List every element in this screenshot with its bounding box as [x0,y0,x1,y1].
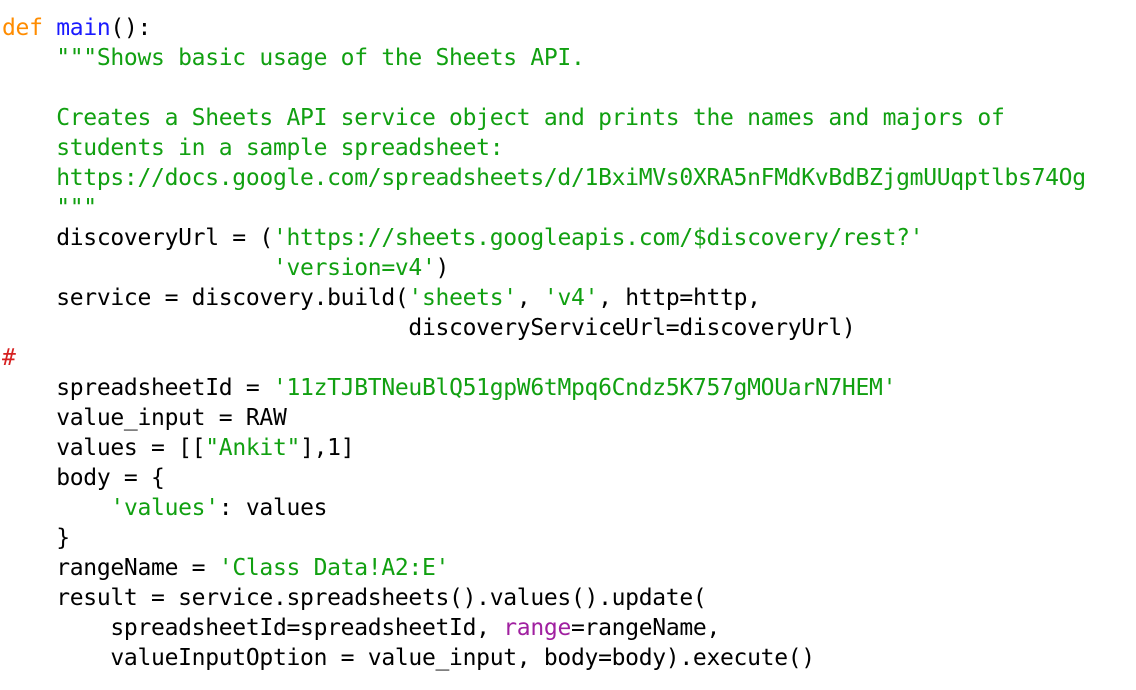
code-line: } [2,523,70,553]
code-token: Creates a Sheets API service object and … [2,105,1005,131]
code-token: main [56,15,111,41]
code-token: 'v4' [543,285,599,311]
code-token: , [516,285,544,311]
code-token: # [2,345,16,371]
code-line: """Shows basic usage of the Sheets API. [2,43,585,73]
code-line: service = discovery.build('sheets', 'v4'… [2,283,761,313]
code-token: ) [435,255,450,281]
code-token: result = service.spreadsheets().values()… [2,585,707,611]
code-token: service = discovery.build( [2,285,409,311]
code-token: 'values' [110,495,219,521]
code-token: rangeName = [2,555,219,581]
code-line: rangeName = 'Class Data!A2:E' [2,553,449,583]
code-line: discoveryServiceUrl=discoveryUrl) [2,313,855,343]
code-token: "Ankit" [205,435,301,461]
code-token: """ [2,195,97,221]
code-line: """ [2,193,97,223]
code-token: 'https://sheets.googleapis.com/$discover… [272,225,924,251]
code-token: , http=http, [598,285,761,311]
code-line: discoveryUrl = ('https://sheets.googleap… [2,223,923,253]
code-line: https://docs.google.com/spreadsheets/d/1… [2,163,1086,193]
code-token: range [503,615,571,641]
code-token: valueInputOption = value_input, body=bod… [2,645,815,671]
code-line: def main(): [2,13,151,43]
code-line: body = { [2,463,165,493]
code-token: '11zTJBTNeuBlQ51gpW6tMpq6Cndz5K757gMOUar… [272,375,897,401]
code-line: 'values': values [2,493,327,523]
code-line: Creates a Sheets API service object and … [2,103,1005,133]
code-token: values = [[ [2,435,206,461]
code-line: values = [["Ankit"],1] [2,433,354,463]
code-token: (): [110,15,152,41]
code-token: value_input = RAW [2,405,287,431]
code-token: discoveryUrl = ( [2,225,273,251]
code-token: body = { [2,465,165,491]
code-line: # [2,343,16,373]
code-token: 'sheets' [408,285,517,311]
code-token: } [2,525,70,551]
code-line: spreadsheetId = '11zTJBTNeuBlQ51gpW6tMpq… [2,373,896,403]
code-token: spreadsheetId = [2,375,273,401]
code-token: """Shows basic usage of the Sheets API. [2,45,585,71]
code-token: =rangeName, [571,615,721,641]
code-token: ],1] [300,435,355,461]
code-token: students in a sample spreadsheet: [2,135,504,161]
code-token: https://docs.google.com/spreadsheets/d/1… [2,165,1086,191]
code-token: spreadsheetId=spreadsheetId, [2,615,504,641]
code-token: 'Class Data!A2:E' [218,555,450,581]
code-line: students in a sample spreadsheet: [2,133,503,163]
code-token: 'version=v4' [272,255,436,281]
code-line: spreadsheetId=spreadsheetId, range=range… [2,613,720,643]
code-token: def [2,15,43,41]
code-line: value_input = RAW [2,403,287,433]
code-line: valueInputOption = value_input, body=bod… [2,643,815,673]
code-line: 'version=v4') [2,253,449,283]
code-editor[interactable]: def main(): """Shows basic usage of the … [0,0,1136,690]
code-line: result = service.spreadsheets().values()… [2,583,707,613]
code-token: discoveryServiceUrl=discoveryUrl) [2,315,856,341]
code-token: : values [218,495,328,521]
